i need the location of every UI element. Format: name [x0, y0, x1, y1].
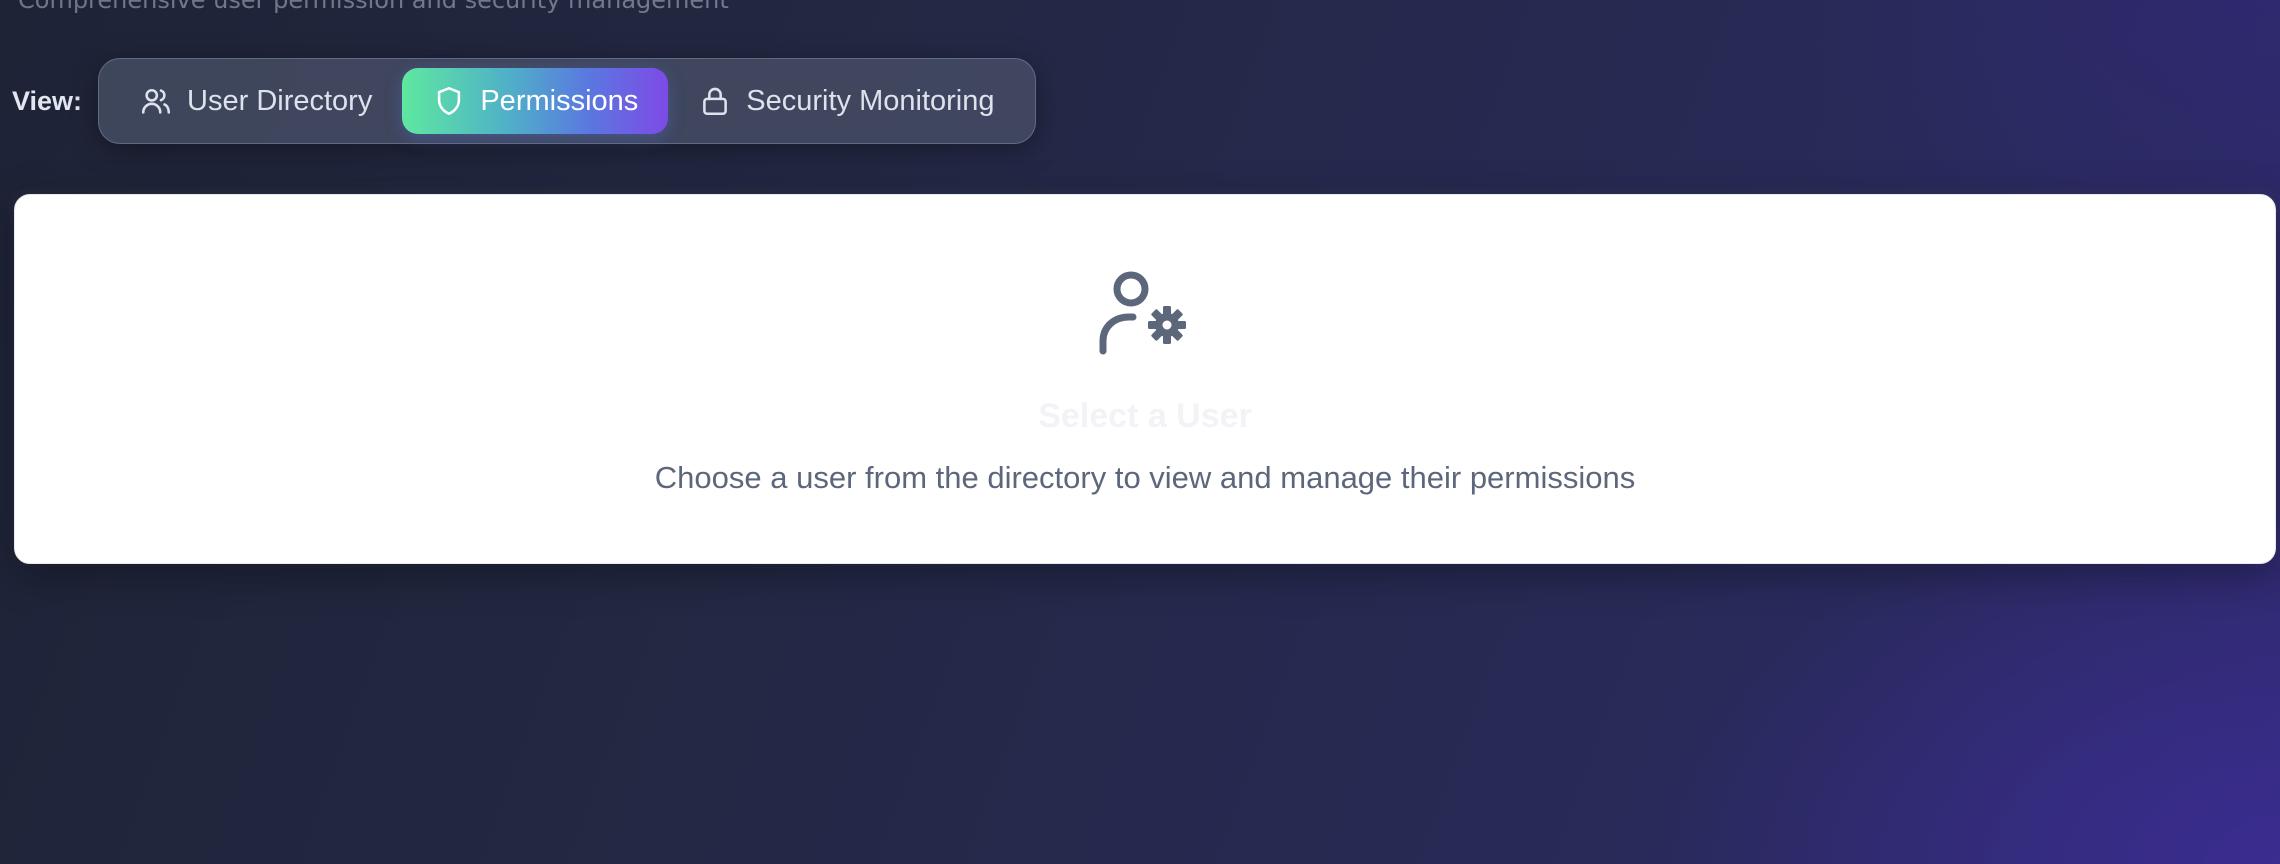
empty-state-description: Choose a user from the directory to view… — [654, 460, 1636, 495]
view-label: View: — [12, 85, 83, 116]
tab-security-monitoring[interactable]: Security Monitoring — [668, 68, 1024, 134]
permissions-panel: Select a User Choose a user from the dir… — [14, 194, 2276, 564]
user-cog-icon — [1099, 271, 1186, 355]
shield-icon — [438, 86, 461, 116]
tab-label: Permissions — [480, 84, 639, 117]
view-tab-group: User Directory Permissions Security Moni… — [98, 58, 1036, 144]
empty-state: Select a User Choose a user from the dir… — [15, 265, 2275, 496]
page-subtitle: Comprehensive user permission and securi… — [18, 0, 729, 14]
tab-permissions[interactable]: Permissions — [402, 68, 669, 134]
view-switcher: View: User Directory Permissions Securit… — [12, 58, 1036, 144]
users-icon — [142, 88, 171, 114]
tab-user-directory[interactable]: User Directory — [109, 68, 402, 134]
lock-icon — [703, 87, 728, 116]
tab-label: Security Monitoring — [746, 84, 995, 117]
tab-label: User Directory — [187, 84, 373, 117]
empty-state-title: Select a User — [1038, 397, 1252, 435]
